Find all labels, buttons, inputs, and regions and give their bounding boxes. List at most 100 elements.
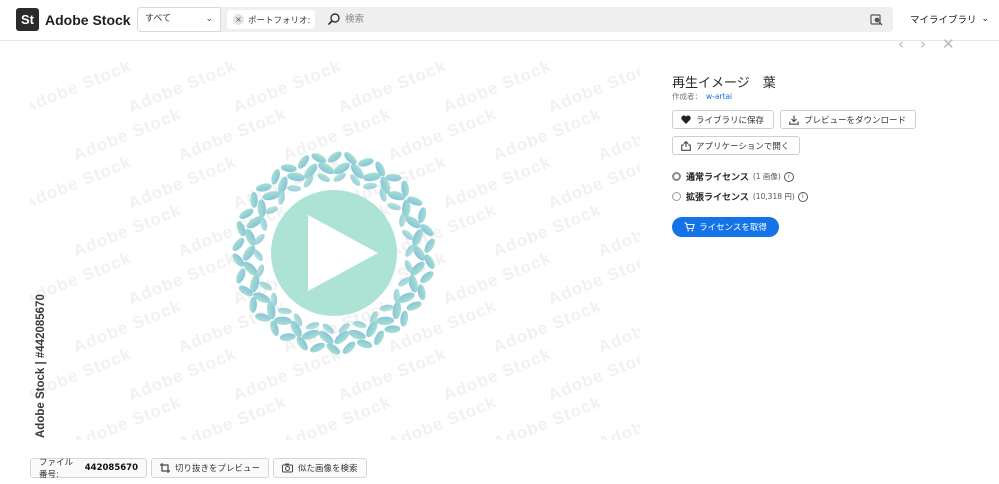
search-scope-dropdown[interactable]: すべて ⌄ xyxy=(137,7,221,32)
info-icon[interactable]: i xyxy=(797,191,808,202)
download-icon xyxy=(789,115,799,125)
watermark-text: Adobe Stock xyxy=(125,62,240,117)
wreath-leaf xyxy=(262,191,281,201)
wreath-leaf xyxy=(287,185,302,192)
wreath-leaf xyxy=(236,268,246,284)
file-number-value: 442085670 xyxy=(84,463,138,473)
logo-text: Adobe Stock xyxy=(45,11,131,28)
search-scope-label: すべて xyxy=(145,14,172,24)
wreath-leaf xyxy=(387,202,401,211)
get-license-button[interactable]: ライセンスを取得 xyxy=(672,217,779,237)
author-label: 作成者： xyxy=(672,92,702,101)
preview-image[interactable] xyxy=(228,150,440,356)
wreath-leaf xyxy=(358,158,374,167)
wreath-leaf xyxy=(420,271,434,284)
wreath-leaf xyxy=(352,321,367,329)
cart-icon xyxy=(684,222,695,232)
watermark-text: Adobe Stock xyxy=(595,200,640,261)
logo-mark: St xyxy=(16,8,39,31)
watermark-text: Adobe Stock xyxy=(385,392,500,440)
wreath-leaf xyxy=(424,238,435,253)
wreath-leaf xyxy=(400,310,409,327)
asset-author: 作成者： w-artai xyxy=(672,91,732,102)
my-libraries-menu[interactable]: マイライブラリ ⌄ xyxy=(910,12,989,26)
wreath-leaf xyxy=(250,191,258,208)
watermark-text: Adobe Stock xyxy=(440,62,555,117)
search-icon xyxy=(328,13,340,25)
asset-title: 再生イメージ 葉 xyxy=(672,76,776,91)
wreath-leaf xyxy=(384,325,401,334)
watermark-text: Adobe Stock xyxy=(175,392,290,440)
share-icon xyxy=(681,140,691,151)
camera-icon xyxy=(282,463,293,473)
info-icon[interactable]: i xyxy=(783,171,794,182)
chevron-down-icon: ⌄ xyxy=(205,14,213,24)
my-libraries-label: マイライブラリ xyxy=(910,15,977,26)
wreath-leaf xyxy=(277,307,292,315)
wreath-leaf xyxy=(342,341,356,355)
crop-preview-button[interactable]: 切り抜きをプレビュー xyxy=(151,458,269,478)
heart-icon xyxy=(681,115,691,124)
standard-license-detail: (1 画像) xyxy=(752,172,781,181)
wreath-leaf xyxy=(259,281,272,291)
watermark-text: Adobe Stock xyxy=(230,62,345,117)
portfolio-filter-chip[interactable]: × ポートフォリオ: xyxy=(227,10,315,29)
watermark-text: Adobe Stock xyxy=(490,392,605,440)
crop-icon xyxy=(160,463,170,473)
watermark-text: Adobe Stock xyxy=(595,296,640,357)
standard-license-label: 通常ライセンス xyxy=(686,173,749,183)
wreath-leaf xyxy=(257,199,266,218)
extended-license-option[interactable]: 拡張ライセンス (10,318 円) i xyxy=(672,190,808,203)
open-in-app-button[interactable]: アプリケーションで開く xyxy=(672,136,800,155)
download-preview-label: プレビューをダウンロード xyxy=(804,115,907,126)
download-preview-button[interactable]: プレビューをダウンロード xyxy=(780,110,916,129)
get-license-label: ライセンスを取得 xyxy=(699,223,767,233)
standard-license-radio[interactable] xyxy=(672,172,681,181)
search-bar: すべて ⌄ × ポートフォリオ: xyxy=(137,7,893,32)
filter-chip-label: ポートフォリオ: xyxy=(248,15,311,26)
extended-license-radio[interactable] xyxy=(672,192,681,201)
wreath-leaf xyxy=(287,172,306,182)
watermark-text: Adobe Stock xyxy=(595,392,640,440)
wreath-leaf xyxy=(310,342,325,353)
extended-license-detail: (10,318 円) xyxy=(752,192,795,201)
close-icon[interactable]: × xyxy=(233,14,244,25)
wreath-leaf xyxy=(356,339,373,349)
find-similar-label: 似た画像を検索 xyxy=(298,464,358,474)
wreath-leaf xyxy=(417,284,426,301)
watermark-text: Adobe Stock xyxy=(280,392,395,440)
search-input[interactable] xyxy=(345,9,865,30)
wreath-leaf xyxy=(264,206,278,215)
chevron-down-icon: ⌄ xyxy=(981,14,990,24)
watermark-text: Adobe Stock xyxy=(595,104,640,165)
watermark-text: Adobe Stock xyxy=(30,62,135,117)
watermark-text: Adobe Stock xyxy=(70,392,185,440)
wreath-leaf xyxy=(376,316,395,326)
wreath-leaf xyxy=(311,153,327,164)
visual-search-icon[interactable] xyxy=(869,12,883,26)
asset-id-watermark: Adobe Stock | #442085670 xyxy=(35,294,47,438)
wreath-leaf xyxy=(279,333,296,341)
watermark-text: Adobe Stock xyxy=(335,62,450,117)
crop-preview-label: 切り抜きをプレビュー xyxy=(175,464,261,474)
standard-license-option[interactable]: 通常ライセンス (1 画像) i xyxy=(672,170,794,183)
close-icon[interactable]: ✕ xyxy=(942,37,955,52)
file-number-label: ファイル番号: xyxy=(39,458,74,480)
top-bar: St Adobe Stock すべて ⌄ × ポートフォリオ: マイライブラリ … xyxy=(0,0,999,41)
wreath-leaf xyxy=(418,207,427,223)
wreath-leaf xyxy=(327,151,342,163)
wreath-leaf xyxy=(255,183,272,192)
save-to-library-button[interactable]: ライブラリに保存 xyxy=(672,110,774,129)
author-link[interactable]: w-artai xyxy=(706,92,732,101)
open-in-app-label: アプリケーションで開く xyxy=(696,141,790,152)
find-similar-button[interactable]: 似た画像を検索 xyxy=(273,458,367,478)
wreath-leaf xyxy=(379,304,394,312)
next-icon[interactable]: › xyxy=(920,37,926,52)
wreath-leaf xyxy=(393,288,401,303)
extended-license-label: 拡張ライセンス xyxy=(686,193,749,203)
wreath-leaf xyxy=(232,237,245,251)
adobe-stock-logo[interactable]: St Adobe Stock xyxy=(16,8,131,31)
previous-icon[interactable]: ‹ xyxy=(898,37,904,52)
wreath-leaf xyxy=(348,329,366,340)
save-to-library-label: ライブラリに保存 xyxy=(696,115,765,126)
